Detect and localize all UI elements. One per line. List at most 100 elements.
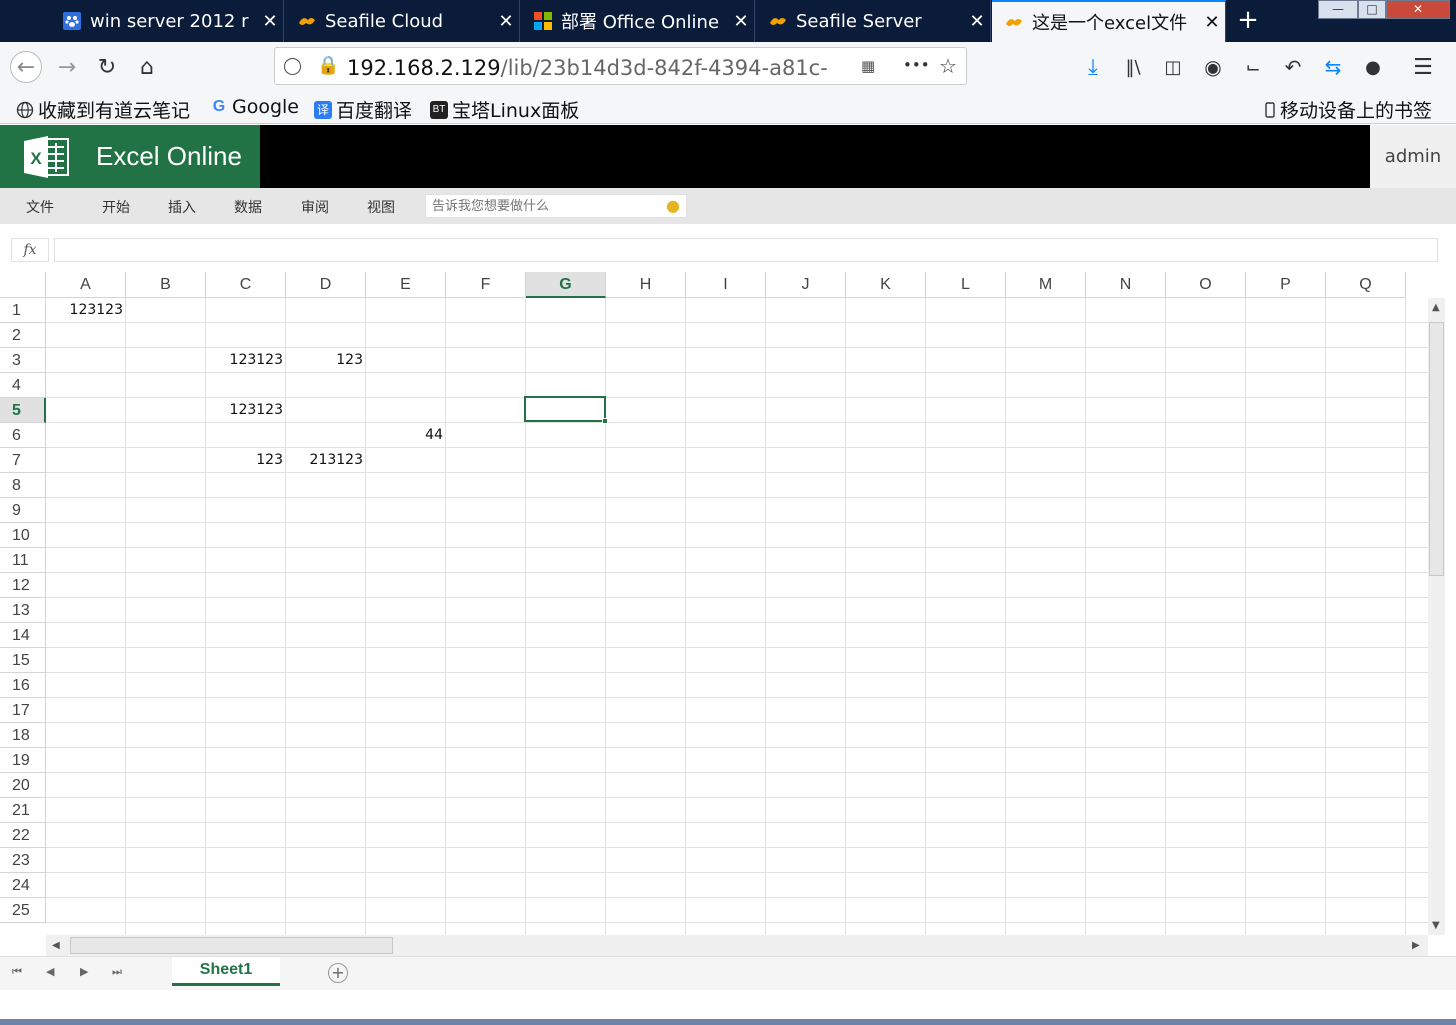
row-header-3[interactable]: 3 bbox=[0, 348, 46, 373]
row-header-11[interactable]: 11 bbox=[0, 548, 46, 573]
scroll-down-icon[interactable]: ▼ bbox=[1432, 920, 1440, 931]
url-bar[interactable]: ◯ 🔒 192.168.2.129/lib/23b14d3d-842f-4394… bbox=[274, 47, 967, 85]
column-header-j[interactable]: J bbox=[766, 272, 846, 298]
bookmark-star-icon[interactable]: ☆ bbox=[939, 54, 957, 78]
scroll-left-icon[interactable]: ◀ bbox=[52, 940, 60, 951]
row-header-9[interactable]: 9 bbox=[0, 498, 46, 523]
sheet-tab-sheet1[interactable]: Sheet1 bbox=[172, 957, 280, 986]
menu-home[interactable]: 开始 bbox=[102, 197, 130, 217]
close-icon[interactable]: ✕ bbox=[964, 11, 990, 32]
cell-a1[interactable]: 123123 bbox=[46, 298, 126, 323]
column-header-g[interactable]: G bbox=[526, 272, 606, 298]
sidebar-icon[interactable]: ◫ bbox=[1158, 52, 1188, 82]
tab-excel-file[interactable]: 这是一个excel文件 ✕ bbox=[992, 0, 1226, 42]
prev-sheet-icon[interactable]: ◀ bbox=[46, 965, 54, 978]
tab-seafile-server[interactable]: Seafile Server ✕ bbox=[756, 0, 991, 42]
close-icon[interactable]: ✕ bbox=[257, 11, 283, 32]
row-header-21[interactable]: 21 bbox=[0, 798, 46, 823]
selected-cell-outline[interactable] bbox=[524, 396, 608, 424]
tab-win-server[interactable]: win server 2012 r ✕ bbox=[50, 0, 284, 42]
formula-input[interactable] bbox=[54, 238, 1438, 262]
column-header-m[interactable]: M bbox=[1006, 272, 1086, 298]
row-header-22[interactable]: 22 bbox=[0, 823, 46, 848]
menu-review[interactable]: 审阅 bbox=[301, 197, 329, 217]
new-tab-button[interactable]: + bbox=[1236, 5, 1260, 35]
row-header-12[interactable]: 12 bbox=[0, 573, 46, 598]
qr-code-icon[interactable]: ▦ bbox=[861, 57, 875, 75]
horizontal-scroll-thumb[interactable] bbox=[70, 937, 393, 954]
mobile-bookmarks[interactable]: 移动设备上的书签 bbox=[1264, 96, 1432, 123]
menu-view[interactable]: 视图 bbox=[367, 197, 395, 217]
shield-icon[interactable]: ◯ bbox=[283, 56, 302, 76]
column-header-q[interactable]: Q bbox=[1326, 272, 1406, 298]
menu-data[interactable]: 数据 bbox=[234, 197, 262, 217]
row-header-19[interactable]: 19 bbox=[0, 748, 46, 773]
home-icon[interactable]: ⌂ bbox=[132, 52, 162, 82]
cell-c7[interactable]: 123 bbox=[206, 448, 286, 473]
first-sheet-icon[interactable]: ⏮ bbox=[12, 965, 22, 979]
row-header-2[interactable]: 2 bbox=[0, 323, 46, 348]
row-header-25[interactable]: 25 bbox=[0, 898, 46, 923]
add-sheet-button[interactable]: + bbox=[328, 963, 348, 983]
bookmark-youdao[interactable]: 收藏到有道云笔记 bbox=[16, 96, 190, 123]
row-header-10[interactable]: 10 bbox=[0, 523, 46, 548]
tab-seafile-cloud[interactable]: Seafile Cloud ✕ bbox=[285, 0, 520, 42]
menu-file[interactable]: 文件 bbox=[26, 197, 54, 217]
select-all-corner[interactable] bbox=[0, 272, 46, 298]
column-header-a[interactable]: A bbox=[46, 272, 126, 298]
row-header-4[interactable]: 4 bbox=[0, 373, 46, 398]
close-icon[interactable]: ✕ bbox=[728, 11, 754, 32]
cell-e6[interactable]: 44 bbox=[366, 423, 446, 448]
row-header-6[interactable]: 6 bbox=[0, 423, 46, 448]
row-header-13[interactable]: 13 bbox=[0, 598, 46, 623]
row-header-5[interactable]: 5 bbox=[0, 398, 46, 423]
row-header-18[interactable]: 18 bbox=[0, 723, 46, 748]
scroll-up-icon[interactable]: ▲ bbox=[1432, 302, 1440, 313]
user-menu[interactable]: admin bbox=[1370, 125, 1456, 188]
reload-icon[interactable]: ↻ bbox=[92, 52, 122, 82]
screenshot-icon[interactable]: ⌙ bbox=[1238, 52, 1268, 82]
row-header-20[interactable]: 20 bbox=[0, 773, 46, 798]
column-header-d[interactable]: D bbox=[286, 272, 366, 298]
bookmark-baidu-translate[interactable]: 译 百度翻译 bbox=[314, 96, 412, 123]
library-icon[interactable]: ‖\ bbox=[1118, 52, 1148, 82]
menu-icon[interactable]: ☰ bbox=[1408, 52, 1438, 82]
scroll-right-icon[interactable]: ▶ bbox=[1412, 940, 1420, 951]
column-header-b[interactable]: B bbox=[126, 272, 206, 298]
last-sheet-icon[interactable]: ⏭ bbox=[112, 965, 122, 979]
column-header-p[interactable]: P bbox=[1246, 272, 1326, 298]
close-icon[interactable]: ✕ bbox=[493, 11, 519, 32]
cell-c5[interactable]: 123123 bbox=[206, 398, 286, 423]
tell-me-box[interactable]: ● bbox=[425, 194, 687, 218]
column-header-n[interactable]: N bbox=[1086, 272, 1166, 298]
next-sheet-icon[interactable]: ▶ bbox=[80, 965, 88, 978]
row-header-15[interactable]: 15 bbox=[0, 648, 46, 673]
column-header-h[interactable]: H bbox=[606, 272, 686, 298]
insecure-lock-icon[interactable]: 🔒 bbox=[317, 55, 339, 76]
maximize-button[interactable]: □ bbox=[1358, 0, 1386, 19]
row-header-8[interactable]: 8 bbox=[0, 473, 46, 498]
column-header-e[interactable]: E bbox=[366, 272, 446, 298]
cell-d3[interactable]: 123 bbox=[286, 348, 366, 373]
row-header-16[interactable]: 16 bbox=[0, 673, 46, 698]
window-close-button[interactable]: ✕ bbox=[1386, 0, 1450, 19]
back-arrow-icon[interactable]: ← bbox=[10, 51, 42, 83]
bookmark-bt-panel[interactable]: BT 宝塔Linux面板 bbox=[430, 96, 579, 123]
tell-me-input[interactable] bbox=[426, 195, 656, 217]
tab-office-online[interactable]: 部署 Office Online ✕ bbox=[521, 0, 755, 42]
row-header-14[interactable]: 14 bbox=[0, 623, 46, 648]
cell-c3[interactable]: 123123 bbox=[206, 348, 286, 373]
row-header-17[interactable]: 17 bbox=[0, 698, 46, 723]
bookmark-google[interactable]: G Google bbox=[210, 96, 299, 118]
function-icon[interactable]: fx bbox=[11, 238, 49, 262]
vertical-scroll-thumb[interactable] bbox=[1429, 322, 1444, 576]
cell-area[interactable]: 123123 123123 123 123123 44 123 213123 bbox=[46, 298, 1428, 935]
account-icon[interactable]: ◉ bbox=[1198, 52, 1228, 82]
extension-icon[interactable]: ● bbox=[1358, 52, 1388, 82]
menu-insert[interactable]: 插入 bbox=[168, 197, 196, 217]
column-header-f[interactable]: F bbox=[446, 272, 526, 298]
download-icon[interactable]: ⤓ bbox=[1078, 52, 1108, 82]
row-header-1[interactable]: 1 bbox=[0, 298, 46, 323]
column-header-c[interactable]: C bbox=[206, 272, 286, 298]
column-header-o[interactable]: O bbox=[1166, 272, 1246, 298]
